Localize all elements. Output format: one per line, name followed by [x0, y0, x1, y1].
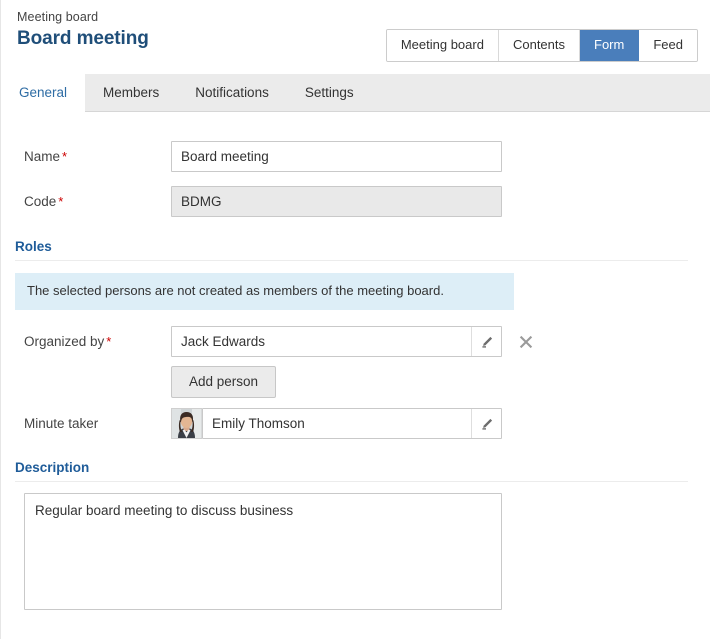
tab-bar: General Members Notifications Settings	[1, 74, 710, 112]
code-label-text: Code	[24, 194, 57, 209]
view-btn-meeting-board[interactable]: Meeting board	[386, 30, 499, 61]
avatar	[171, 408, 202, 439]
minute-taker-person-field: Emily Thomson	[171, 408, 502, 439]
roles-section-divider	[15, 260, 688, 261]
organized-by-person-field: Jack Edwards	[171, 326, 536, 357]
view-btn-feed[interactable]: Feed	[639, 30, 697, 61]
code-input[interactable]: BDMG	[171, 186, 502, 217]
minute-taker-input[interactable]: Emily Thomson	[202, 408, 502, 439]
add-person-row: Add person	[1, 366, 698, 398]
breadcrumb: Meeting board	[17, 10, 99, 24]
description-section-title: Description	[15, 460, 90, 475]
field-row-code: Code * BDMG	[1, 186, 698, 217]
tab-general[interactable]: General	[1, 74, 86, 112]
tab-settings[interactable]: Settings	[287, 74, 372, 111]
description-textarea[interactable]: Regular board meeting to discuss busines…	[24, 493, 502, 610]
view-switch-group: Meeting board Contents Form Feed	[385, 29, 698, 62]
form-body: Name * Board meeting Code * BDMG Roles The…	[1, 141, 710, 610]
tab-members[interactable]: Members	[85, 74, 177, 111]
tab-notifications[interactable]: Notifications	[177, 74, 287, 111]
page-header: Meeting board Board meeting Meeting boar…	[1, 0, 710, 74]
code-required-marker: *	[58, 194, 64, 209]
organized-by-value: Jack Edwards	[181, 334, 266, 349]
description-section: Description Regular board meeting to dis…	[1, 460, 698, 610]
field-row-minute-taker: Minute taker Emily Thomson	[1, 408, 698, 439]
roles-info-banner: The selected persons are not created as …	[15, 273, 514, 310]
view-btn-contents[interactable]: Contents	[498, 30, 581, 61]
organized-by-label-text: Organized by	[24, 334, 105, 349]
form-page: Meeting board Board meeting Meeting boar…	[0, 0, 710, 639]
name-required-marker: *	[62, 149, 68, 164]
organized-by-required-marker: *	[106, 334, 112, 349]
name-input[interactable]: Board meeting	[171, 141, 502, 172]
organized-by-input[interactable]: Jack Edwards	[171, 326, 502, 357]
minute-taker-label-text: Minute taker	[24, 416, 99, 431]
organized-by-label: Organized by *	[1, 334, 171, 349]
view-btn-form[interactable]: Form	[580, 30, 640, 61]
field-row-name: Name * Board meeting	[1, 141, 698, 172]
add-person-button[interactable]: Add person	[171, 366, 277, 398]
pencil-icon[interactable]	[471, 327, 501, 356]
field-row-organized-by: Organized by * Jack Edwards	[1, 326, 698, 357]
close-icon[interactable]	[516, 332, 536, 352]
minute-taker-value: Emily Thomson	[212, 416, 305, 431]
code-label: Code *	[1, 194, 171, 209]
roles-section-title: Roles	[15, 239, 52, 254]
name-label: Name *	[1, 149, 171, 164]
pencil-icon[interactable]	[471, 409, 501, 438]
name-label-text: Name	[24, 149, 61, 164]
roles-section: Roles The selected persons are not creat…	[1, 239, 698, 439]
minute-taker-label: Minute taker	[1, 416, 171, 431]
